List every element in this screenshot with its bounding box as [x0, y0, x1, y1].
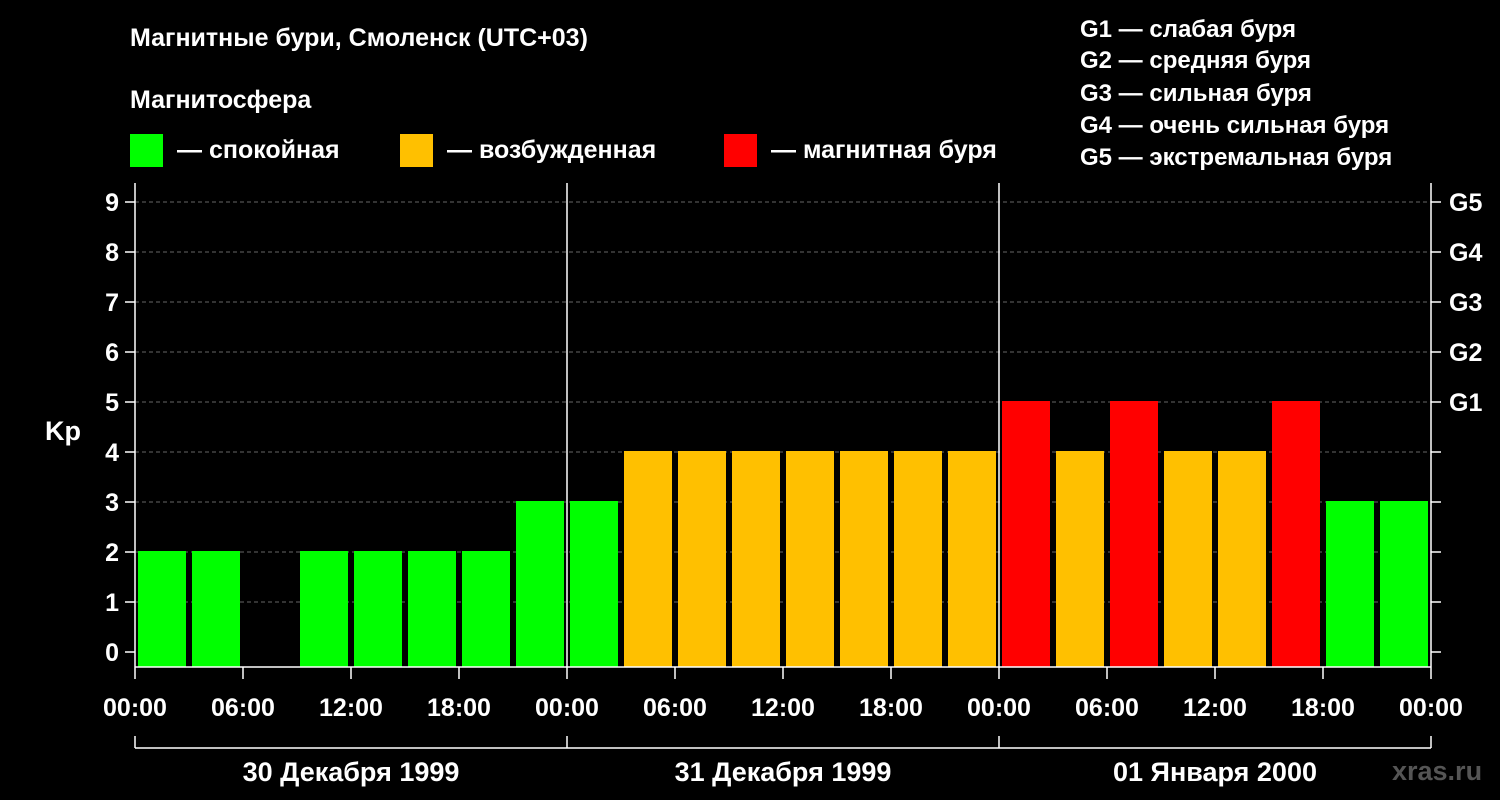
kp-bar	[678, 451, 726, 667]
y-tick-label: 8	[105, 239, 119, 267]
y-tick-label: 7	[105, 289, 119, 317]
g-axis-label: G2	[1449, 339, 1482, 367]
kp-bar	[1056, 451, 1104, 667]
kp-bar	[894, 451, 942, 667]
kp-bar	[1272, 401, 1320, 667]
y-tick-label: 5	[105, 389, 119, 417]
kp-bar	[624, 451, 672, 667]
x-tick-label: 06:00	[1075, 694, 1139, 722]
kp-bar	[408, 551, 456, 667]
day-label: 31 Декабря 1999	[675, 757, 892, 787]
g-axis-label: G3	[1449, 289, 1482, 317]
kp-bar	[354, 551, 402, 667]
kp-bar	[1110, 401, 1158, 667]
y-axis-label: Kp	[45, 416, 81, 446]
y-tick-label: 0	[105, 639, 119, 667]
x-tick-label: 18:00	[427, 694, 491, 722]
kp-bar	[192, 551, 240, 667]
x-tick-label: 12:00	[319, 694, 383, 722]
y-tick-label: 3	[105, 489, 119, 517]
kp-bar	[516, 501, 564, 667]
kp-bar	[1380, 501, 1428, 667]
kp-bar	[570, 501, 618, 667]
watermark: xras.ru	[1392, 756, 1483, 786]
kp-bar	[786, 451, 834, 667]
y-tick-label: 4	[105, 439, 119, 467]
kp-bar	[462, 551, 510, 667]
kp-bar	[1326, 501, 1374, 667]
kp-bar-chart: 0 1 2 3 4 5 6 7 8 9 G1 G2 G3 G4 G5 Kp 00:00 06:00 12:00 18:…	[45, 183, 1482, 787]
x-tick-label: 00:00	[103, 694, 167, 722]
g-axis-label: G4	[1449, 239, 1482, 267]
kp-bar	[1218, 451, 1266, 667]
kp-bar	[948, 451, 996, 667]
x-tick-label: 12:00	[751, 694, 815, 722]
kp-bar	[732, 451, 780, 667]
g-axis-label: G1	[1449, 389, 1482, 417]
kp-bar	[840, 451, 888, 667]
x-tick-label: 06:00	[643, 694, 707, 722]
kp-bar	[1002, 401, 1050, 667]
day-label: 30 Декабря 1999	[243, 757, 460, 787]
kp-bar	[300, 551, 348, 667]
x-tick-label: 18:00	[859, 694, 923, 722]
x-tick-label: 18:00	[1291, 694, 1355, 722]
x-tick-label: 00:00	[535, 694, 599, 722]
y-tick-label: 1	[105, 589, 119, 617]
x-tick-label: 00:00	[967, 694, 1031, 722]
y-tick-label: 2	[105, 539, 119, 567]
x-tick-label: 00:00	[1399, 694, 1463, 722]
x-tick-label: 12:00	[1183, 694, 1247, 722]
day-label: 01 Января 2000	[1113, 757, 1317, 787]
kp-bar	[138, 551, 186, 667]
kp-bar	[1164, 451, 1212, 667]
y-tick-label: 6	[105, 339, 119, 367]
y-tick-label: 9	[105, 189, 119, 217]
g-axis-label: G5	[1449, 189, 1482, 217]
x-tick-label: 06:00	[211, 694, 275, 722]
